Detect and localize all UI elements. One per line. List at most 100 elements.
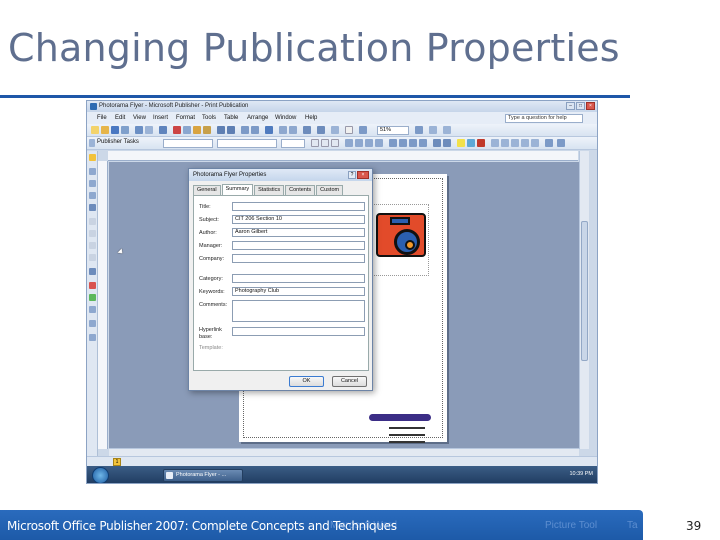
tab-statistics[interactable]: Statistics <box>254 185 285 195</box>
help-icon[interactable] <box>429 126 437 134</box>
style-select[interactable] <box>163 139 213 148</box>
company-field[interactable] <box>232 254 365 263</box>
italic-icon[interactable] <box>321 139 329 147</box>
camera-clip-art[interactable] <box>369 204 429 276</box>
bold-icon[interactable] <box>311 139 319 147</box>
special-characters-icon[interactable] <box>345 126 353 134</box>
subject-field[interactable]: CIT 206 Section 10 <box>232 215 365 224</box>
design-gallery-icon[interactable] <box>331 126 339 134</box>
start-button[interactable] <box>92 467 109 483</box>
picture-icon[interactable] <box>317 126 325 134</box>
align-center-icon[interactable] <box>355 139 363 147</box>
vertical-scrollbar[interactable] <box>579 151 589 449</box>
align-left-icon[interactable] <box>345 139 353 147</box>
3d-style-icon[interactable] <box>531 139 539 147</box>
font-size-up-icon[interactable] <box>433 139 441 147</box>
form-control-icon[interactable] <box>89 294 96 301</box>
tab-contents[interactable]: Contents <box>285 185 316 195</box>
fill-color-icon[interactable] <box>457 139 465 147</box>
wordart-tool-icon[interactable] <box>89 192 96 199</box>
hyperlink-base-field[interactable] <box>232 327 365 336</box>
manager-field[interactable] <box>232 241 365 250</box>
decrease-indent-icon[interactable] <box>409 139 417 147</box>
font-select[interactable] <box>217 139 277 148</box>
taskbar-publisher-button[interactable]: Photorama Flyer - ... <box>163 469 243 482</box>
menu-help[interactable]: Help <box>305 115 317 121</box>
html-fragment-icon[interactable] <box>89 306 96 313</box>
save-icon[interactable] <box>111 126 119 134</box>
bullets-icon[interactable] <box>399 139 407 147</box>
underline-icon[interactable] <box>331 139 339 147</box>
table-icon[interactable] <box>303 126 311 134</box>
category-field[interactable] <box>232 274 365 283</box>
format-painter-icon[interactable] <box>203 126 211 134</box>
minimize-button[interactable]: – <box>566 102 575 110</box>
open-icon[interactable] <box>101 126 109 134</box>
tab-custom[interactable]: Custom <box>316 185 344 195</box>
menu-table[interactable]: Table <box>224 115 238 121</box>
arrow-style-icon[interactable] <box>511 139 519 147</box>
cut-icon[interactable] <box>173 126 181 134</box>
publisher-tasks-button[interactable]: Publisher Tasks <box>97 139 139 145</box>
bring-forward-icon[interactable] <box>241 126 249 134</box>
undo-icon[interactable] <box>217 126 225 134</box>
toolbar-more-icon[interactable] <box>545 139 553 147</box>
arrow-tool-icon[interactable] <box>89 230 96 237</box>
maximize-button[interactable]: □ <box>576 102 585 110</box>
author-field[interactable]: Aaron Gilbert <box>232 228 365 237</box>
autoshapes-icon[interactable] <box>89 268 96 275</box>
email-icon[interactable] <box>121 126 129 134</box>
tab-summary[interactable]: Summary <box>221 184 254 195</box>
ok-button[interactable]: OK <box>289 376 324 387</box>
picture-frame-icon[interactable] <box>89 204 96 211</box>
table-tool-icon[interactable] <box>89 180 96 187</box>
hot-spot-icon[interactable] <box>89 282 96 289</box>
menu-arrange[interactable]: Arrange <box>247 115 268 121</box>
send-backward-icon[interactable] <box>251 126 259 134</box>
tab-general[interactable]: General <box>193 185 221 195</box>
justify-icon[interactable] <box>375 139 383 147</box>
shadow-style-icon[interactable] <box>521 139 529 147</box>
text-box-icon[interactable] <box>289 126 297 134</box>
redo-icon[interactable] <box>227 126 235 134</box>
menu-view[interactable]: View <box>133 115 146 121</box>
font-size-down-icon[interactable] <box>443 139 451 147</box>
comments-field[interactable] <box>232 300 365 322</box>
line-style-icon[interactable] <box>491 139 499 147</box>
page-navigation-button[interactable]: 1 <box>113 458 121 466</box>
spelling-icon[interactable] <box>159 126 167 134</box>
font-color-icon[interactable] <box>477 139 485 147</box>
keywords-field[interactable]: Photography Club <box>232 287 365 296</box>
menu-insert[interactable]: Insert <box>153 115 168 121</box>
close-button[interactable]: × <box>586 102 595 110</box>
line-color-icon[interactable] <box>467 139 475 147</box>
zoom-in-icon[interactable] <box>415 126 423 134</box>
vertical-ruler[interactable] <box>98 161 108 449</box>
print-icon[interactable] <box>135 126 143 134</box>
dialog-close-button[interactable]: × <box>357 171 369 179</box>
publisher-tasks-icon[interactable] <box>89 139 95 147</box>
copy-icon[interactable] <box>183 126 191 134</box>
font-size-select[interactable] <box>281 139 305 148</box>
menu-tools[interactable]: Tools <box>202 115 216 121</box>
oval-tool-icon[interactable] <box>89 242 96 249</box>
dialog-help-button[interactable]: ? <box>348 171 356 179</box>
increase-indent-icon[interactable] <box>419 139 427 147</box>
paste-icon[interactable] <box>193 126 201 134</box>
line-tool-icon[interactable] <box>89 218 96 225</box>
align-right-icon[interactable] <box>365 139 373 147</box>
horizontal-scrollbar[interactable] <box>109 448 579 456</box>
insert-hyperlink-icon[interactable] <box>265 126 273 134</box>
new-icon[interactable] <box>91 126 99 134</box>
menu-window[interactable]: Window <box>275 115 296 121</box>
numbering-icon[interactable] <box>389 139 397 147</box>
title-field[interactable] <box>232 202 365 211</box>
help-search-input[interactable]: Type a question for help <box>505 114 583 123</box>
cancel-button[interactable]: Cancel <box>332 376 367 387</box>
dash-style-icon[interactable] <box>501 139 509 147</box>
toolbar-options-icon[interactable] <box>443 126 451 134</box>
print-preview-icon[interactable] <box>145 126 153 134</box>
zoom-select[interactable]: 51% <box>377 126 409 135</box>
menu-edit[interactable]: Edit <box>115 115 125 121</box>
design-gallery-tool-icon[interactable] <box>89 320 96 327</box>
